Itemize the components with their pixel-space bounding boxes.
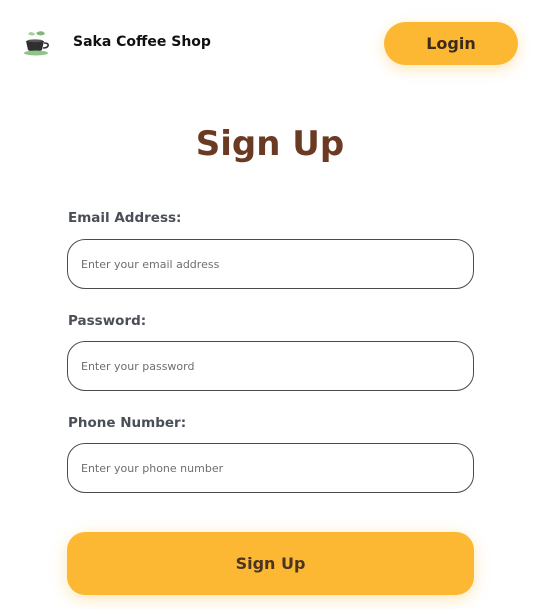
phone-label: Phone Number: <box>68 415 187 431</box>
sign-up-button[interactable]: Sign Up <box>67 532 474 595</box>
email-field[interactable] <box>67 239 474 289</box>
email-label: Email Address: <box>68 210 182 226</box>
password-label: Password: <box>68 313 147 329</box>
coffee-cup-icon <box>22 30 52 58</box>
signup-page: Saka Coffee Shop Login Sign Up Email Add… <box>0 0 547 609</box>
header: Saka Coffee Shop Login <box>0 0 547 88</box>
brand-name: Saka Coffee Shop <box>73 34 211 50</box>
login-button[interactable]: Login <box>384 22 518 65</box>
page-title: Sign Up <box>195 124 345 164</box>
phone-field[interactable] <box>67 443 474 493</box>
password-field[interactable] <box>67 341 474 391</box>
